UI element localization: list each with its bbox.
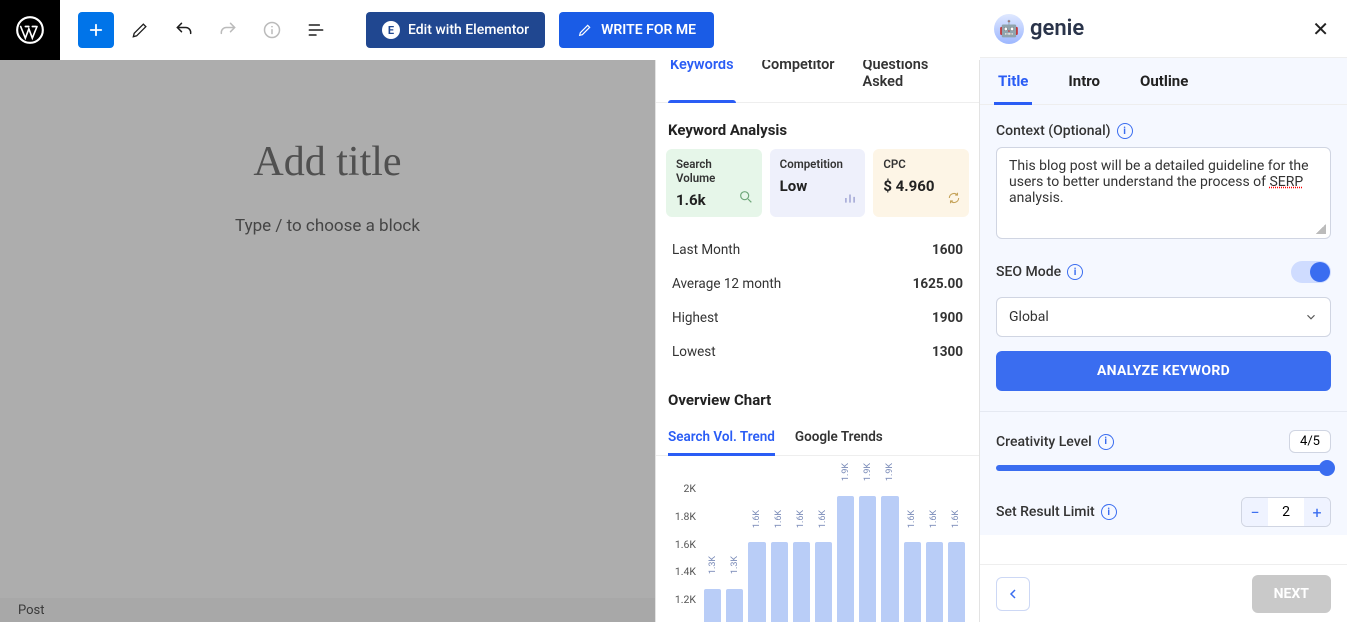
write-for-me-button[interactable]: WRITE FOR ME <box>559 12 714 48</box>
metric-competition: Competition Low <box>770 149 866 217</box>
info-icon[interactable]: i <box>1101 504 1117 520</box>
chart-bar <box>793 542 810 622</box>
back-button[interactable] <box>996 577 1030 611</box>
stepper-decrement[interactable]: − <box>1242 498 1268 526</box>
seo-mode-label: SEO Mode <box>996 264 1061 280</box>
seo-mode-toggle[interactable] <box>1291 261 1331 283</box>
breadcrumb-post[interactable]: Post <box>18 603 45 618</box>
stepper-value[interactable] <box>1268 498 1304 526</box>
creativity-label: Creativity Level <box>996 434 1092 450</box>
chart-bar <box>904 542 921 622</box>
edit-with-elementor-button[interactable]: E Edit with Elementor <box>366 12 545 48</box>
genie-header: 🤖 genie ✕ <box>980 0 1347 58</box>
metric-search-volume: Search Volume 1.6k <box>666 149 762 217</box>
section-divider <box>980 411 1347 412</box>
creativity-row: Creativity Level i 4/5 <box>996 430 1331 471</box>
context-label: Context (Optional) i <box>996 123 1331 139</box>
pencil-icon <box>577 22 593 38</box>
keyword-panel: Keywords Competitor Questions Asked Keyw… <box>655 0 980 622</box>
creativity-value-badge: 4/5 <box>1289 430 1331 453</box>
add-block-button[interactable] <box>78 12 114 48</box>
genie-tabs: Title Intro Outline <box>980 58 1347 105</box>
chart-bar <box>771 542 788 622</box>
bars-icon <box>843 190 857 209</box>
genie-sidebar: 🤖 genie ✕ Title Intro Outline Context (O… <box>980 0 1347 622</box>
tab-outline[interactable]: Outline <box>1140 72 1188 104</box>
chart-bar <box>815 542 832 622</box>
editor-status-bar: Post <box>0 598 655 622</box>
chart-tabs: Search Vol. Trend Google Trends <box>656 419 979 456</box>
chart-bars-area: 1.3K1.3K1.6K1.6K1.6K1.6K1.9K1.9K1.9K1.6K… <box>700 480 969 622</box>
result-limit-label: Set Result Limit <box>996 504 1095 520</box>
info-icon[interactable] <box>254 12 290 48</box>
textarea-resize-handle[interactable] <box>1316 224 1326 234</box>
info-icon[interactable]: i <box>1117 123 1133 139</box>
elementor-badge-icon: E <box>382 21 400 39</box>
block-placeholder[interactable]: Type / to choose a block <box>0 216 655 236</box>
region-select[interactable]: Global <box>996 297 1331 337</box>
chart-bar <box>837 496 854 622</box>
seo-mode-row: SEO Mode i <box>996 261 1331 283</box>
search-volume-chart: 2K1.8K1.6K1.4K1.2K1K 1.3K1.3K1.6K1.6K1.6… <box>656 456 979 622</box>
magnifier-icon <box>738 189 754 209</box>
keyword-stats-list: Last Month1600 Average 12 month1625.00 H… <box>656 217 979 373</box>
undo-button[interactable] <box>166 12 202 48</box>
next-button[interactable]: NEXT <box>1252 575 1331 613</box>
stat-last-month: Last Month1600 <box>672 233 963 267</box>
chart-bar <box>948 542 965 622</box>
post-title-input[interactable]: Add title <box>0 138 655 186</box>
stat-average: Average 12 month1625.00 <box>672 267 963 301</box>
genie-body: Context (Optional) i This blog post will… <box>980 105 1347 535</box>
tab-keywords[interactable]: Keywords <box>668 56 736 102</box>
chart-bar <box>726 589 743 622</box>
tab-intro[interactable]: Intro <box>1068 72 1100 104</box>
result-limit-row: Set Result Limit i − + <box>996 497 1331 527</box>
analyze-keyword-button[interactable]: ANALYZE KEYWORD <box>996 351 1331 391</box>
genie-mascot-icon: 🤖 <box>994 14 1024 44</box>
outline-icon[interactable] <box>298 12 334 48</box>
chart-y-axis: 2K1.8K1.6K1.4K1.2K1K <box>666 480 700 622</box>
elementor-button-label: Edit with Elementor <box>408 22 529 38</box>
creativity-slider[interactable] <box>996 465 1331 471</box>
refresh-icon <box>947 190 961 209</box>
stat-lowest: Lowest1300 <box>672 335 963 369</box>
block-editor-canvas: Add title Type / to choose a block Post <box>0 60 655 622</box>
chart-bar <box>704 589 721 622</box>
chevron-down-icon <box>1304 310 1318 324</box>
keyword-analysis-heading: Keyword Analysis <box>656 103 979 149</box>
context-textarea[interactable]: This blog post will be a detailed guidel… <box>996 147 1331 239</box>
write-button-label: WRITE FOR ME <box>601 22 696 38</box>
chart-bar <box>926 542 943 622</box>
overview-chart-heading: Overview Chart <box>656 373 979 419</box>
redo-button[interactable] <box>210 12 246 48</box>
genie-footer: NEXT <box>980 564 1347 622</box>
info-icon[interactable]: i <box>1098 434 1114 450</box>
chart-bar <box>748 542 765 622</box>
tab-title[interactable]: Title <box>998 72 1028 104</box>
edit-icon[interactable] <box>122 12 158 48</box>
stepper-increment[interactable]: + <box>1304 498 1330 526</box>
chart-tab-google-trends[interactable]: Google Trends <box>795 429 883 455</box>
chart-tab-search-vol[interactable]: Search Vol. Trend <box>668 429 775 455</box>
tab-questions[interactable]: Questions Asked <box>861 56 967 102</box>
chart-bar <box>881 496 898 622</box>
wordpress-logo[interactable] <box>0 0 60 60</box>
result-limit-stepper[interactable]: − + <box>1241 497 1331 527</box>
stat-highest: Highest1900 <box>672 301 963 335</box>
chart-bar <box>859 496 876 622</box>
metric-cpc: CPC $ 4.960 <box>873 149 969 217</box>
close-panel-button[interactable]: ✕ <box>1308 13 1333 45</box>
genie-logo: 🤖 genie <box>994 14 1084 44</box>
metric-cards: Search Volume 1.6k Competition Low CPC $… <box>656 149 979 217</box>
info-icon[interactable]: i <box>1067 264 1083 280</box>
tab-competitor[interactable]: Competitor <box>760 56 837 102</box>
slider-thumb[interactable] <box>1319 460 1335 476</box>
